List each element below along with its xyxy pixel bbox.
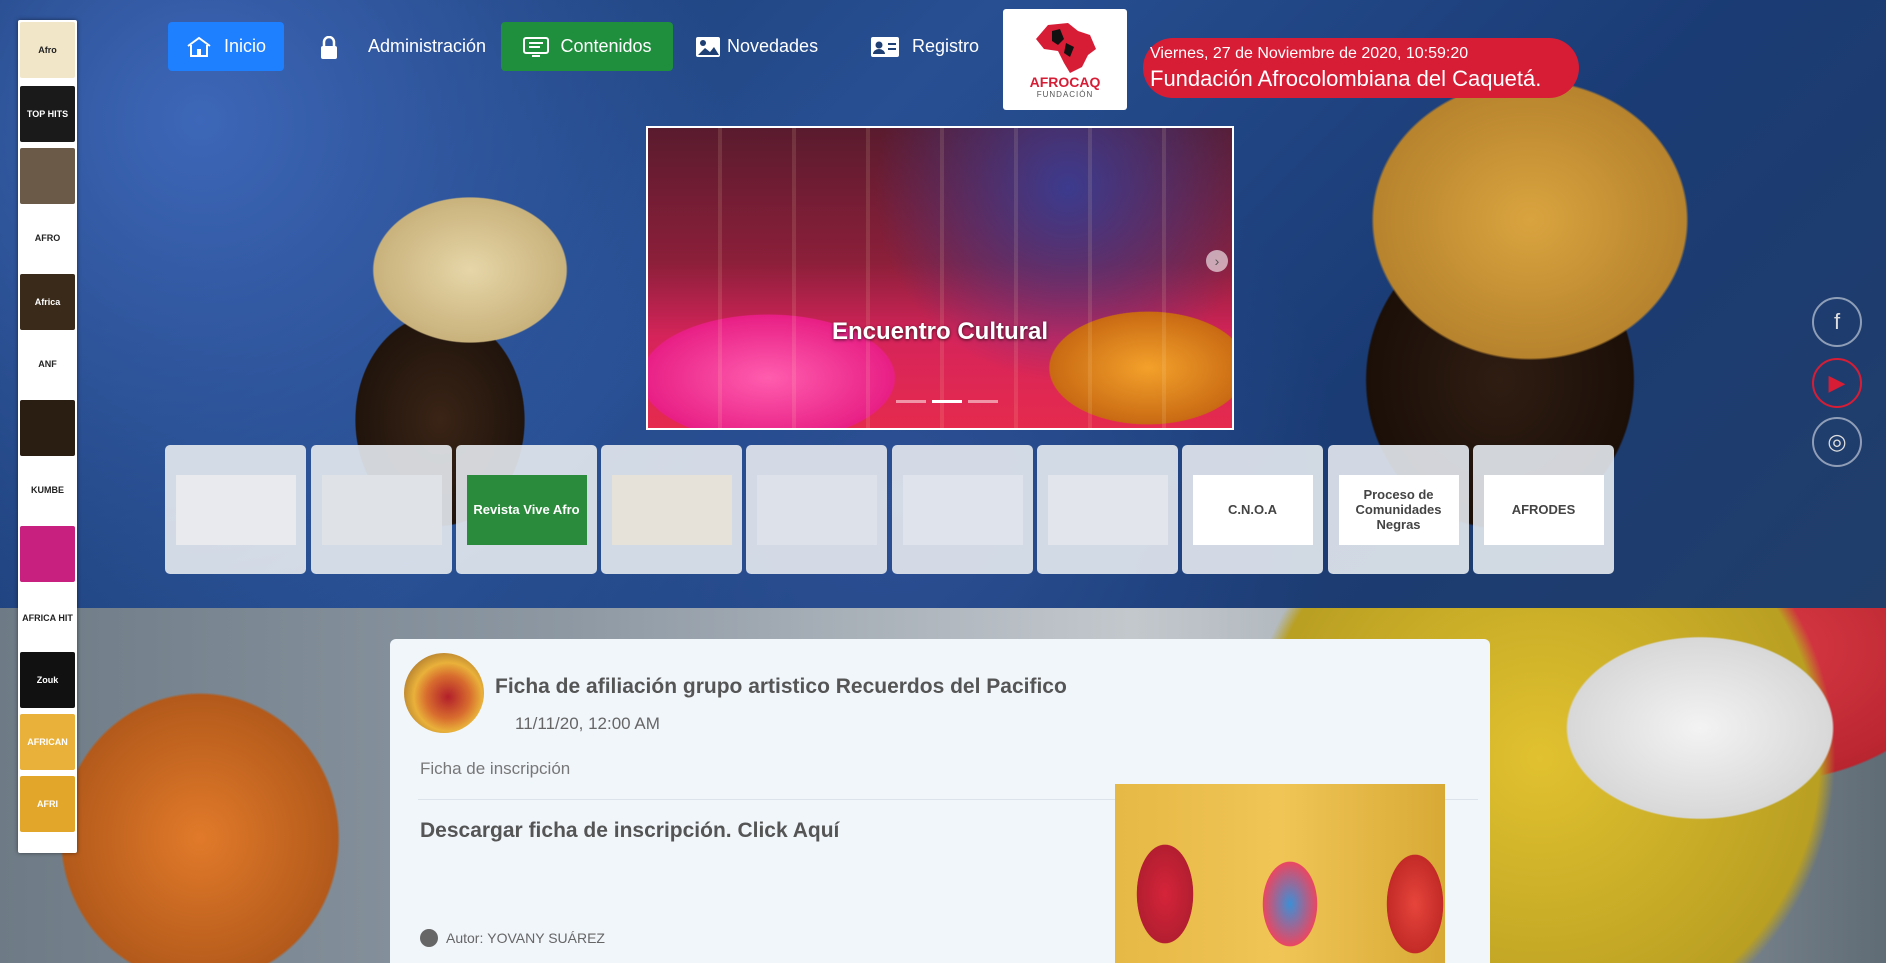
rail-shortcut-label: AFRICA HIT	[22, 613, 73, 623]
partner-logo	[1047, 474, 1168, 545]
monitor-icon	[522, 36, 550, 58]
post-card: Ficha de afiliación grupo artistico Recu…	[390, 639, 1490, 963]
carousel-indicators	[896, 400, 998, 403]
rail-shortcut-label: Africa	[34, 297, 61, 307]
lock-icon	[318, 35, 344, 59]
rail-shortcut-7[interactable]: KUMBE	[20, 462, 75, 518]
author-prefix: Autor:	[446, 930, 484, 946]
logo-sub: FUNDACIÓN	[1036, 89, 1094, 99]
registro-label: Registro	[912, 36, 980, 56]
rail-shortcut-6[interactable]	[20, 400, 75, 456]
partner-logo: AFRODES	[1483, 474, 1604, 545]
rail-shortcut-8[interactable]	[20, 526, 75, 582]
instagram-icon[interactable]: ◎	[1812, 417, 1862, 467]
carousel-next-button[interactable]: ›	[1206, 250, 1228, 272]
partner-logo	[902, 474, 1023, 545]
rail-shortcut-3[interactable]: AFRO	[20, 210, 75, 266]
administracion-label: Administración	[368, 36, 487, 56]
rail-shortcut-12[interactable]: AFRI	[20, 776, 75, 832]
rail-shortcut-11[interactable]: AFRICAN	[20, 714, 75, 770]
novedades-label: Novedades	[727, 36, 819, 56]
author-name: YOVANY SUÁREZ	[487, 930, 605, 946]
rail-shortcut-10[interactable]: Zouk	[20, 652, 75, 708]
rail-shortcut-5[interactable]: ANF	[20, 336, 75, 392]
home-icon	[186, 36, 212, 58]
partner-link-5[interactable]	[892, 445, 1033, 574]
download-link[interactable]: Descargar ficha de inscripción. Click Aq…	[420, 819, 839, 843]
rail-shortcut-2[interactable]	[20, 148, 75, 204]
image-icon	[695, 36, 721, 58]
partner-logo: C.N.O.A	[1192, 474, 1313, 545]
partner-link-4[interactable]	[746, 445, 887, 574]
partner-logo	[756, 474, 877, 545]
partner-logo	[321, 474, 442, 545]
post-image	[1115, 784, 1445, 963]
carousel-dot[interactable]	[896, 400, 926, 403]
rail-shortcut-9[interactable]: AFRICA HIT	[20, 590, 75, 646]
partner-link-9[interactable]: AFRODES	[1473, 445, 1614, 574]
rail-shortcut-label: KUMBE	[31, 485, 64, 495]
nav-registro[interactable]: Registro	[870, 22, 979, 71]
user-icon	[420, 929, 438, 947]
partner-link-6[interactable]	[1037, 445, 1178, 574]
inicio-button[interactable]: Inicio	[168, 22, 285, 71]
partner-link-7[interactable]: C.N.O.A	[1182, 445, 1323, 574]
carousel-dot[interactable]	[968, 400, 998, 403]
post-title[interactable]: Ficha de afiliación grupo artistico Recu…	[495, 675, 1067, 699]
facebook-icon[interactable]: f	[1812, 297, 1862, 347]
rail-shortcut-label: AFRO	[34, 233, 61, 243]
nav-inicio[interactable]: Inicio	[168, 22, 285, 71]
nav-contenidos[interactable]: Contenidos	[501, 22, 673, 71]
carousel-caption: Encuentro Cultural	[831, 318, 1048, 345]
partner-link-3[interactable]	[601, 445, 742, 574]
rail-shortcut-label: ANF	[38, 359, 57, 369]
nav-administracion[interactable]: Administración	[318, 22, 486, 71]
left-shortcut-rail: Afro TOP HITS AFRO Africa ANF KUMBE AFRICA HIT…	[18, 20, 77, 853]
logo-name: AFROCAQ	[1029, 73, 1101, 90]
image-carousel[interactable]: Encuentro Cultural ›	[646, 126, 1234, 430]
carousel-image	[648, 128, 1232, 428]
partner-logo	[611, 474, 732, 545]
rail-shortcut-label: AFRI	[37, 799, 58, 809]
partner-link-0[interactable]	[165, 445, 306, 574]
post-avatar	[404, 653, 484, 733]
inicio-label: Inicio	[224, 36, 267, 56]
rail-shortcut-label: Afro	[38, 45, 57, 55]
header-banner: Viernes, 27 de Noviembre de 2020, 10:59:…	[1143, 38, 1579, 98]
rail-shortcut-label: Zouk	[36, 675, 59, 685]
rail-shortcut-label: TOP HITS	[26, 109, 69, 119]
org-name: Fundación Afrocolombiana del Caquetá.	[1150, 66, 1542, 91]
partner-logo	[175, 474, 296, 545]
post-date: 11/11/20, 12:00 AM	[515, 714, 660, 733]
partner-link-2[interactable]: Revista Vive Afro	[456, 445, 597, 574]
datetime-text: Viernes, 27 de Noviembre de 2020, 10:59:…	[1150, 45, 1469, 62]
youtube-icon[interactable]: ▶	[1812, 358, 1862, 408]
rail-shortcut-4[interactable]: Africa	[20, 274, 75, 330]
partner-logo: Proceso de Comunidades Negras	[1338, 474, 1459, 545]
africa-map-icon	[1036, 22, 1096, 73]
carousel-dot-active[interactable]	[932, 400, 962, 403]
id-card-icon	[870, 36, 900, 58]
contenidos-label: Contenidos	[560, 36, 652, 56]
contenidos-button[interactable]: Contenidos	[501, 22, 673, 71]
post-subtitle: Ficha de inscripción	[420, 759, 571, 778]
partner-link-1[interactable]	[311, 445, 452, 574]
afrocaq-logo[interactable]: AFROCAQ FUNDACIÓN	[1003, 9, 1127, 110]
rail-shortcut-label: AFRICAN	[27, 737, 68, 747]
nav-novedades[interactable]: Novedades	[695, 22, 818, 71]
post-author: Autor: YOVANY SUÁREZ	[420, 929, 605, 947]
partner-logo: Revista Vive Afro	[466, 474, 587, 545]
partner-link-8[interactable]: Proceso de Comunidades Negras	[1328, 445, 1469, 574]
rail-shortcut-0[interactable]: Afro	[20, 22, 75, 78]
rail-shortcut-1[interactable]: TOP HITS	[20, 86, 75, 142]
